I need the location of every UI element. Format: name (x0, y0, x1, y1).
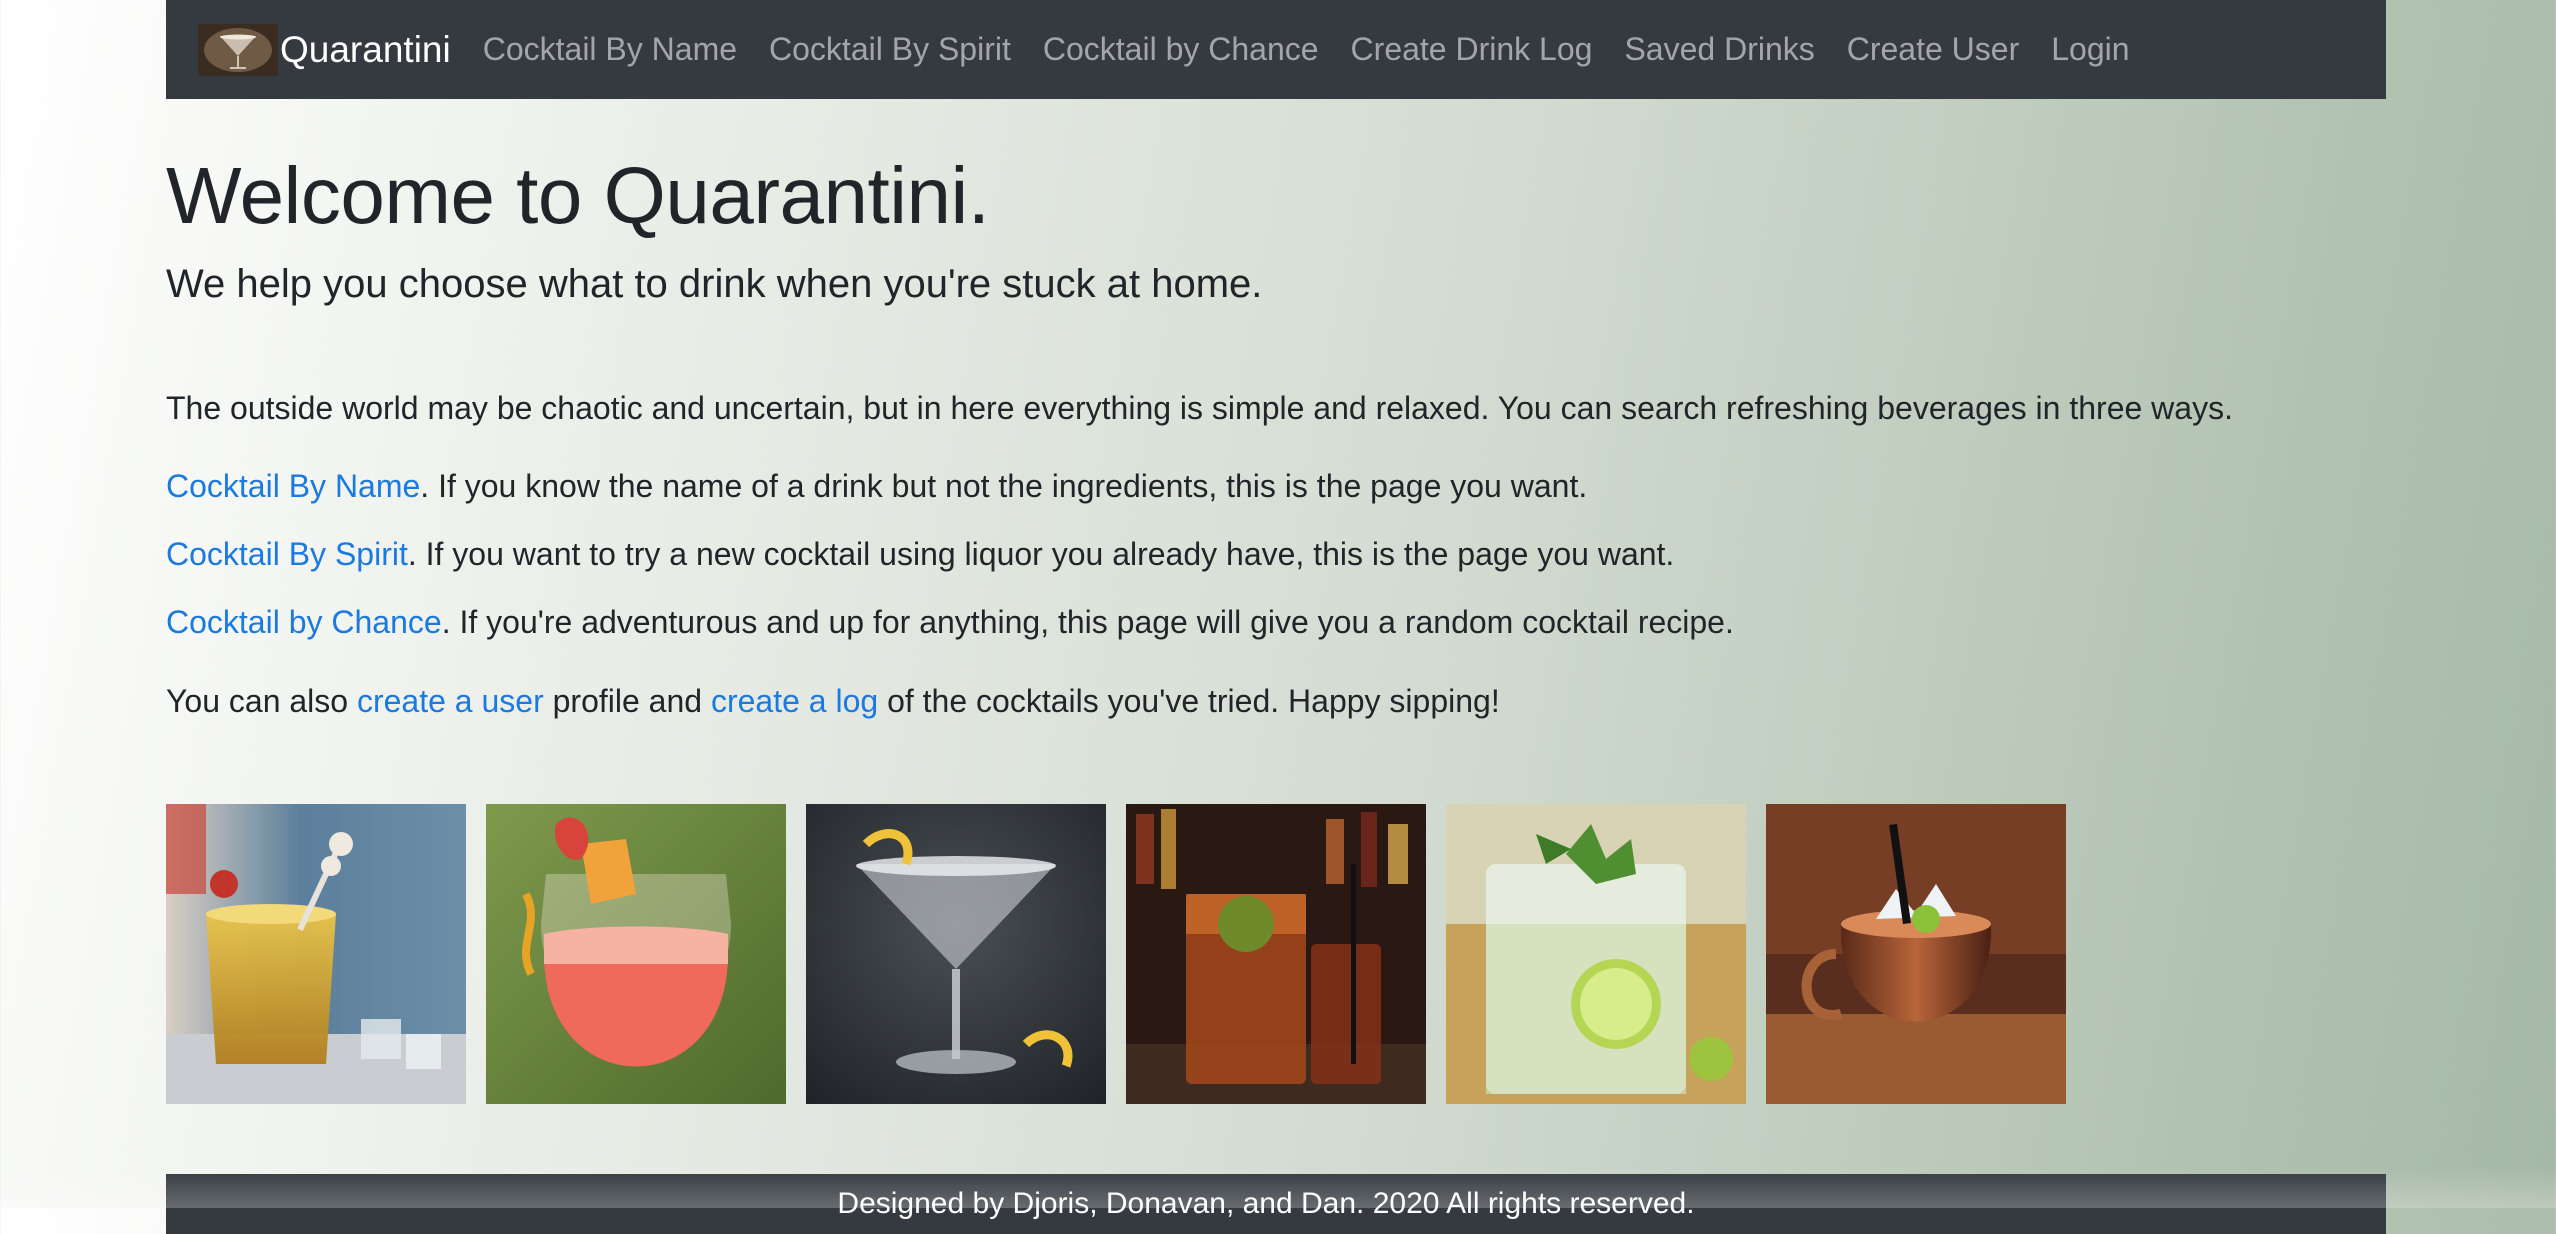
outro-text-3: of the cocktails you've tried. Happy sip… (878, 683, 1500, 719)
nav-create-user[interactable]: Create User (1847, 31, 2020, 68)
nav-cocktail-by-spirit[interactable]: Cocktail By Spirit (769, 31, 1011, 68)
brand-name: Quarantini (280, 28, 451, 70)
outro-text-2: profile and (543, 683, 711, 719)
page-subtitle: We help you choose what to drink when yo… (166, 262, 1263, 306)
outro-text-1: You can also (166, 683, 357, 719)
by-chance-link[interactable]: Cocktail by Chance (166, 604, 442, 640)
by-name-link[interactable]: Cocktail By Name (166, 468, 420, 504)
by-chance-description: . If you're adventurous and up for anyth… (441, 604, 1734, 640)
tall-drink-bar-photo (1126, 804, 1426, 1104)
page-title: Welcome to Quarantini. (166, 151, 990, 240)
moscow-mule-photo (1766, 804, 2066, 1104)
footer: Designed by Djoris, Donavan, and Dan. 20… (166, 1174, 2386, 1234)
mojito-photo (1446, 804, 1746, 1104)
cocktail-gallery (166, 804, 2066, 1104)
martini-photo (806, 804, 1106, 1104)
whiskey-sour-photo (166, 804, 466, 1104)
intro-paragraph: The outside world may be chaotic and unc… (166, 390, 2233, 426)
footer-text: Designed by Djoris, Donavan, and Dan. 20… (837, 1187, 1695, 1220)
nav-cocktail-by-chance[interactable]: Cocktail by Chance (1043, 31, 1319, 68)
by-spirit-description: . If you want to try a new cocktail usin… (407, 536, 1675, 572)
nav-create-drink-log[interactable]: Create Drink Log (1351, 31, 1593, 68)
martini-logo-icon (198, 23, 278, 76)
create-log-link[interactable]: create a log (711, 683, 878, 719)
brand-link[interactable]: Quarantini (198, 23, 451, 76)
navbar: Quarantini Cocktail By Name Cocktail By … (166, 0, 2386, 99)
by-name-description: . If you know the name of a drink but no… (420, 468, 1588, 504)
by-spirit-link[interactable]: Cocktail By Spirit (166, 536, 408, 572)
create-user-link[interactable]: create a user (357, 683, 544, 719)
by-spirit-paragraph: Cocktail By Spirit. If you want to try a… (166, 533, 1674, 575)
pink-cocktail-photo (486, 804, 786, 1104)
nav-login[interactable]: Login (2051, 31, 2129, 68)
nav-cocktail-by-name[interactable]: Cocktail By Name (483, 31, 737, 68)
by-chance-paragraph: Cocktail by Chance. If you're adventurou… (166, 601, 1734, 643)
outro-paragraph: You can also create a user profile and c… (166, 680, 1500, 722)
by-name-paragraph: Cocktail By Name. If you know the name o… (166, 465, 1587, 507)
nav-saved-drinks[interactable]: Saved Drinks (1624, 31, 1814, 68)
